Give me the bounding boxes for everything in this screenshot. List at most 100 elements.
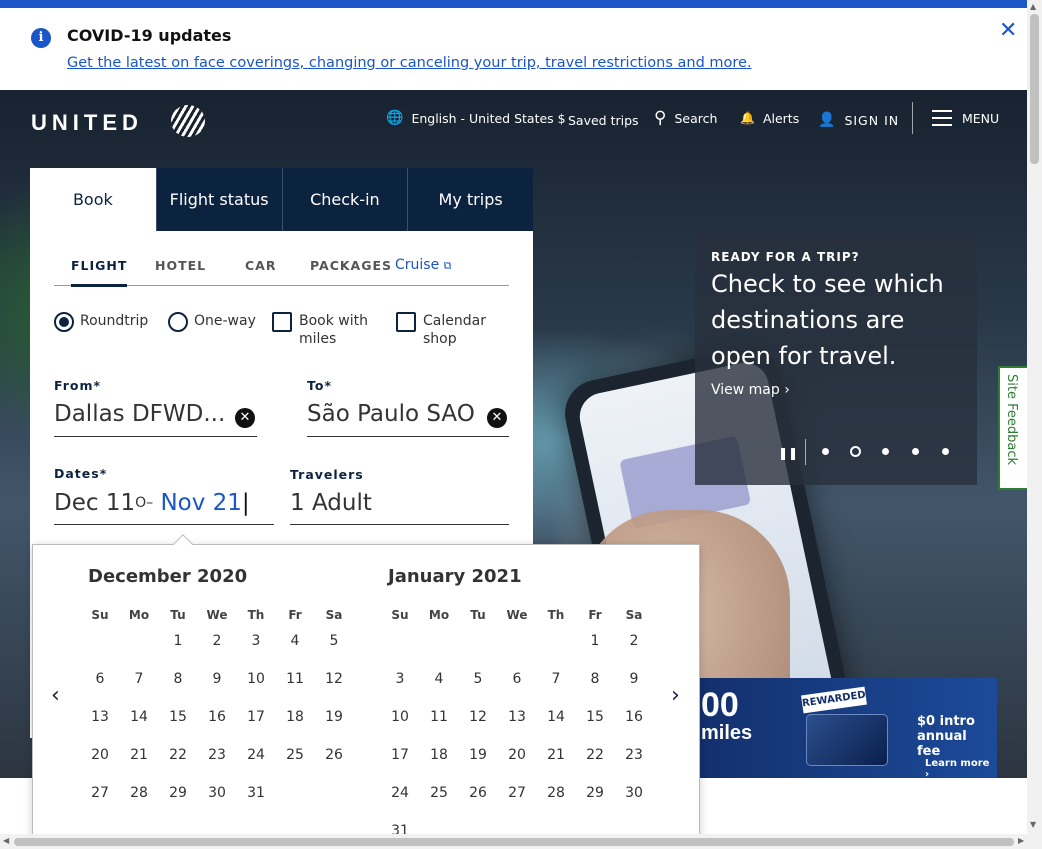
calendar-day[interactable]: 24 <box>380 778 420 808</box>
calendar-day[interactable]: 19 <box>458 740 498 770</box>
clear-to-icon[interactable]: ✕ <box>487 408 507 428</box>
ad-learn-more[interactable]: Learn more › <box>925 758 997 778</box>
pause-icon[interactable]: ❚❚ <box>778 446 798 460</box>
calendar-day[interactable]: 2 <box>197 626 237 656</box>
calendar-day[interactable]: 7 <box>119 664 159 694</box>
next-month-chevron-icon[interactable]: › <box>671 683 680 708</box>
calendar-day[interactable]: 13 <box>497 702 537 732</box>
sign-in-link[interactable]: 👤 SIGN IN <box>818 110 899 130</box>
site-feedback-tab[interactable]: Site Feedback <box>998 366 1028 490</box>
calendar-day[interactable]: 11 <box>275 664 315 694</box>
calendar-day[interactable]: 2 <box>614 626 654 656</box>
calendar-day[interactable]: 18 <box>419 740 459 770</box>
carousel-dot[interactable] <box>912 448 919 455</box>
calendar-day[interactable]: 14 <box>119 702 159 732</box>
tab-flight-status[interactable]: Flight status <box>155 168 282 231</box>
tab-book[interactable]: Book <box>30 168 156 231</box>
calendar-day[interactable]: 5 <box>458 664 498 694</box>
travelers-input[interactable]: 1 Adult <box>290 486 509 525</box>
search-link[interactable]: ⚲ Search <box>654 108 717 128</box>
from-input[interactable]: Dallas DFWD... <box>54 398 257 437</box>
calendar-day[interactable]: 4 <box>275 626 315 656</box>
calendar-day[interactable]: 22 <box>575 740 615 770</box>
calendar-day[interactable]: 10 <box>380 702 420 732</box>
vertical-scroll-thumb[interactable] <box>1030 14 1039 164</box>
calendar-day[interactable]: 16 <box>614 702 654 732</box>
close-icon[interactable]: ✕ <box>999 18 1017 43</box>
hamburger-icon[interactable] <box>932 110 952 126</box>
calendar-day[interactable]: 21 <box>536 740 576 770</box>
subtab-car[interactable]: CAR <box>245 258 276 273</box>
calendar-day[interactable]: 6 <box>497 664 537 694</box>
calendar-day[interactable]: 15 <box>158 702 198 732</box>
tab-my-trips[interactable]: My trips <box>407 168 533 231</box>
calendar-day[interactable]: 7 <box>536 664 576 694</box>
calendar-day[interactable]: 22 <box>158 740 198 770</box>
calendar-day[interactable]: 4 <box>419 664 459 694</box>
calendar-day[interactable]: 21 <box>119 740 159 770</box>
calendar-day[interactable]: 5 <box>314 626 354 656</box>
calendar-day[interactable]: 30 <box>614 778 654 808</box>
calendar-day[interactable]: 25 <box>275 740 315 770</box>
calendar-shop-checkbox[interactable]: Calendar shop <box>396 312 486 348</box>
calendar-day[interactable]: 12 <box>458 702 498 732</box>
calendar-day[interactable]: 20 <box>80 740 120 770</box>
calendar-day[interactable]: 26 <box>458 778 498 808</box>
tab-check-in[interactable]: Check-in <box>281 168 408 231</box>
calendar-day[interactable]: 9 <box>197 664 237 694</box>
calendar-day[interactable]: 6 <box>80 664 120 694</box>
calendar-day[interactable]: 8 <box>158 664 198 694</box>
horizontal-scroll-thumb[interactable] <box>14 838 1014 846</box>
calendar-day[interactable]: 3 <box>380 664 420 694</box>
calendar-day[interactable]: 1 <box>575 626 615 656</box>
calendar-day[interactable]: 19 <box>314 702 354 732</box>
calendar-day[interactable]: 13 <box>80 702 120 732</box>
calendar-day[interactable]: 29 <box>158 778 198 808</box>
clear-from-icon[interactable]: ✕ <box>235 408 255 428</box>
to-input[interactable]: São Paulo SAO <box>307 398 509 437</box>
previous-month-chevron-icon[interactable]: ‹ <box>51 683 60 708</box>
calendar-day[interactable]: 30 <box>197 778 237 808</box>
book-with-miles-checkbox[interactable]: Book with miles <box>272 312 372 348</box>
calendar-day[interactable]: 20 <box>497 740 537 770</box>
calendar-day[interactable]: 24 <box>236 740 276 770</box>
calendar-day[interactable]: 18 <box>275 702 315 732</box>
oneway-radio[interactable]: One-way <box>168 312 256 332</box>
covid-link[interactable]: Get the latest on face coverings, changi… <box>67 55 752 71</box>
calendar-day[interactable]: 8 <box>575 664 615 694</box>
calendar-day[interactable]: 11 <box>419 702 459 732</box>
scroll-up-icon[interactable]: ▲ <box>1030 2 1036 11</box>
calendar-day[interactable]: 17 <box>380 740 420 770</box>
view-map-link[interactable]: View map › <box>711 382 790 398</box>
alerts-link[interactable]: 🔔 Alerts <box>740 108 799 128</box>
scroll-left-icon[interactable]: ◀ <box>3 836 9 845</box>
calendar-day[interactable]: 23 <box>197 740 237 770</box>
calendar-day[interactable]: 9 <box>614 664 654 694</box>
saved-trips-link[interactable]: Saved trips <box>568 110 639 130</box>
calendar-day[interactable]: 31 <box>236 778 276 808</box>
scroll-down-icon[interactable]: ▼ <box>1030 820 1036 829</box>
calendar-day[interactable]: 28 <box>119 778 159 808</box>
carousel-dot[interactable] <box>850 446 861 457</box>
scroll-right-icon[interactable]: ▶ <box>1018 836 1024 845</box>
calendar-day[interactable]: 3 <box>236 626 276 656</box>
carousel-dot[interactable] <box>822 448 829 455</box>
vertical-scrollbar[interactable]: ▲ ▼ <box>1027 0 1042 834</box>
calendar-day[interactable]: 27 <box>497 778 537 808</box>
dates-input[interactable]: Dec 11O– Nov 21| <box>54 486 274 525</box>
subtab-flight[interactable]: FLIGHT <box>71 258 128 287</box>
calendar-day[interactable]: 1 <box>158 626 198 656</box>
roundtrip-radio[interactable]: Roundtrip <box>54 312 148 332</box>
calendar-day[interactable]: 23 <box>614 740 654 770</box>
subtab-cruise[interactable]: Cruise ⧉ <box>395 257 452 273</box>
horizontal-scrollbar[interactable]: ◀ ▶ <box>0 834 1042 849</box>
carousel-dot[interactable] <box>942 448 949 455</box>
language-selector[interactable]: 🌐 English - United States $ <box>386 108 566 128</box>
calendar-day[interactable]: 14 <box>536 702 576 732</box>
calendar-day[interactable]: 16 <box>197 702 237 732</box>
menu-link[interactable]: MENU <box>962 108 999 128</box>
calendar-day[interactable]: 29 <box>575 778 615 808</box>
calendar-day[interactable]: 17 <box>236 702 276 732</box>
credit-card-ad[interactable]: 00 miles REWARDED $0 intro annual fee Le… <box>699 678 997 778</box>
calendar-day[interactable]: 10 <box>236 664 276 694</box>
